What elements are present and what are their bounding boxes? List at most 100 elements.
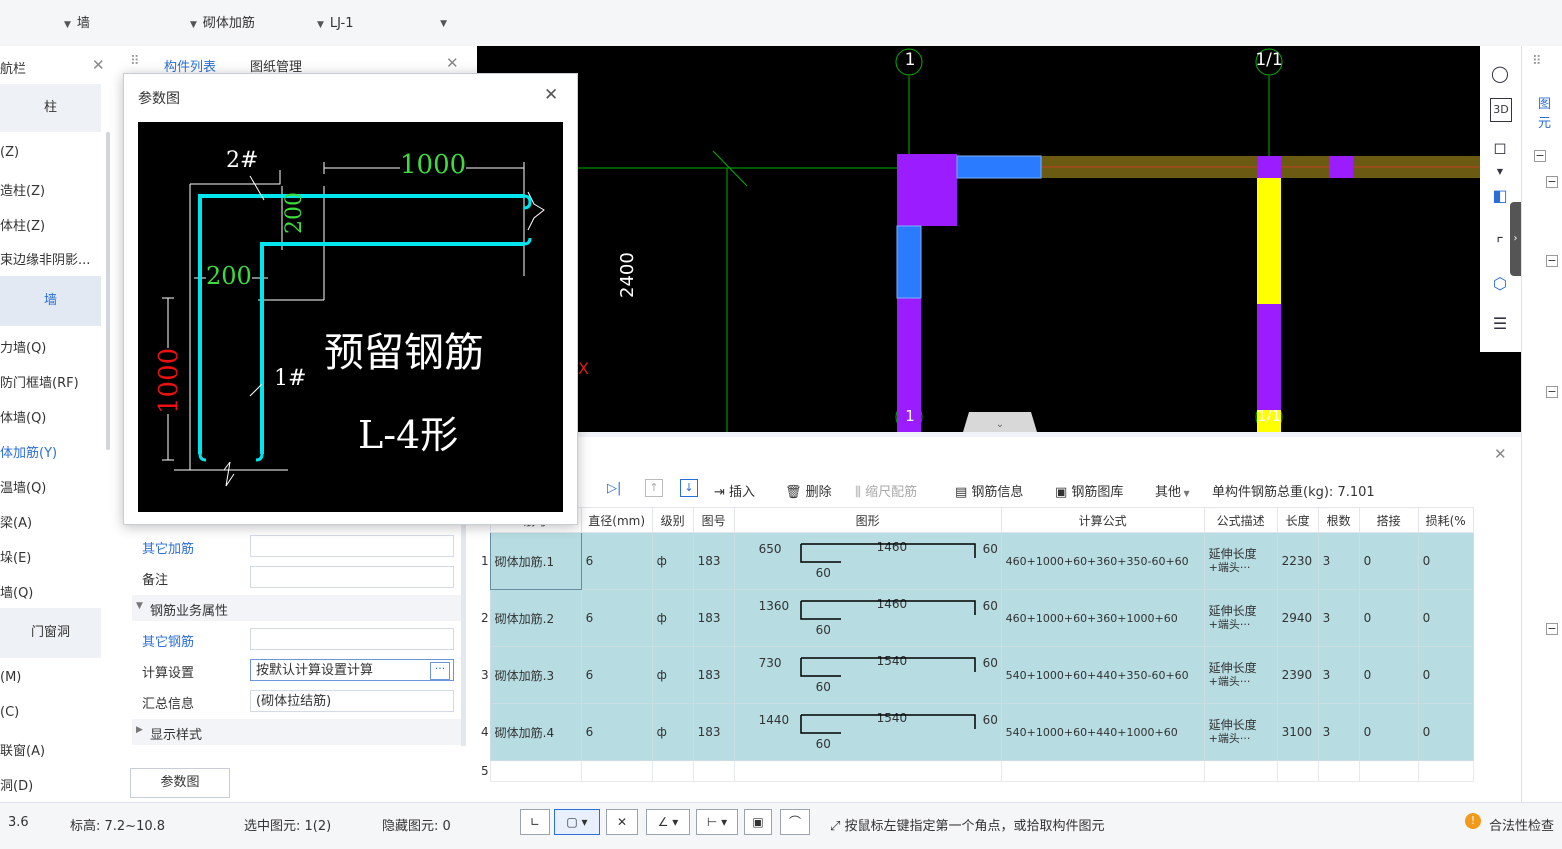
warning-icon[interactable]: ! [1465, 813, 1481, 829]
nav-item[interactable]: 温墙(Q) [0, 477, 46, 496]
prop-group-display[interactable]: ▶ 显示样式 [132, 719, 462, 745]
tree-collapse-icon[interactable]: − [1546, 255, 1558, 267]
category-column[interactable]: 柱 [0, 84, 101, 132]
rect-select-button[interactable]: ▢ ▾ [554, 809, 600, 835]
tree-collapse-icon[interactable]: − [1534, 150, 1546, 162]
length-cell[interactable]: 3100 [1276, 703, 1319, 761]
nav-item[interactable]: 垛(E) [0, 547, 31, 566]
param-diagram-button[interactable]: 参数图 [130, 768, 230, 798]
col-header[interactable]: 图形 [733, 507, 1002, 533]
diameter-cell[interactable]: 6 [580, 532, 653, 590]
col-header[interactable]: 图号 [692, 507, 735, 533]
drag-handle-icon[interactable]: ⠿ [1532, 54, 1542, 69]
display-button[interactable]: ▣ [744, 809, 772, 835]
floor-category-dropdown[interactable]: ▼ 墙 [64, 14, 194, 34]
formula-cell[interactable]: 460+1000+60+360+350-60+60 [1000, 532, 1205, 590]
tree-collapse-icon[interactable]: − [1546, 386, 1558, 398]
bar-name-cell[interactable]: 砌体加筋.3 [489, 646, 582, 704]
table-row[interactable]: 1 砌体加筋.1 6 ф 183 650 1460 60 60 460+1000+60+360+3… [480, 532, 1474, 590]
shape-cell[interactable]: 650 1460 60 60 [733, 532, 1002, 590]
formula-desc-cell[interactable]: 延伸长度 +端头··· [1203, 703, 1278, 761]
diameter-cell[interactable]: 6 [580, 646, 653, 704]
col-header[interactable]: 搭接 [1358, 507, 1419, 533]
list-settings-icon[interactable]: ☰ [1486, 310, 1514, 338]
formula-cell[interactable]: 540+1000+60+440+1000+60 [1000, 703, 1205, 761]
move-down-icon[interactable]: ↓ [680, 479, 698, 497]
lap-cell[interactable]: 0 [1358, 589, 1419, 647]
loss-cell[interactable]: 0 [1417, 589, 1474, 647]
collapse-panel-handle[interactable]: › [1510, 202, 1521, 276]
prop-group-biz[interactable]: ▼ 钢筋业务属性 [132, 595, 462, 621]
close-icon[interactable]: ✕ [92, 56, 105, 74]
lap-cell[interactable]: 0 [1358, 532, 1419, 590]
arc-button[interactable]: ⌒ [780, 809, 810, 835]
other-rebar-field[interactable] [250, 535, 454, 557]
loss-cell[interactable]: 0 [1417, 532, 1474, 590]
length-cell[interactable]: 2390 [1276, 646, 1319, 704]
empty-cell[interactable] [692, 760, 735, 782]
delete-button[interactable]: 🗑 删除 [785, 481, 832, 500]
diameter-cell[interactable]: 6 [580, 703, 653, 761]
nav-item[interactable]: (Z) [0, 145, 19, 160]
col-header[interactable]: 直径(mm) [580, 507, 653, 533]
shape-cell[interactable]: 1360 1460 60 60 [733, 589, 1002, 647]
nav-item[interactable]: 束边缘非阴影... [0, 249, 90, 268]
other-dropdown[interactable]: 其他 ▼ [1155, 481, 1190, 500]
shape-cell[interactable]: 1440 1540 60 60 [733, 703, 1002, 761]
bar-name-cell[interactable]: 砌体加筋.1 [489, 532, 582, 590]
col-header[interactable]: 计算公式 [1000, 507, 1205, 533]
empty-cell[interactable] [1417, 760, 1474, 782]
shape-cell[interactable]: 730 1540 60 60 [733, 646, 1002, 704]
figure-no-cell[interactable]: 183 [692, 646, 735, 704]
nav-item[interactable]: 力墙(Q) [0, 337, 46, 356]
loss-cell[interactable]: 0 [1417, 646, 1474, 704]
count-cell[interactable]: 3 [1317, 589, 1360, 647]
nav-item[interactable]: 造柱(Z) [0, 180, 45, 199]
count-cell[interactable]: 3 [1317, 646, 1360, 704]
empty-cell[interactable] [1276, 760, 1319, 782]
empty-cell[interactable] [1000, 760, 1205, 782]
close-icon[interactable]: ✕ [446, 54, 459, 72]
rotate-view-icon[interactable]: ◯ [1486, 60, 1514, 88]
length-cell[interactable]: 2230 [1276, 532, 1319, 590]
col-header[interactable]: 级别 [651, 507, 694, 533]
col-header[interactable]: 损耗(% [1417, 507, 1474, 533]
empty-cell[interactable] [733, 760, 1002, 782]
formula-desc-cell[interactable]: 延伸长度 +端头··· [1203, 646, 1278, 704]
figure-no-cell[interactable]: 183 [692, 589, 735, 647]
formula-cell[interactable]: 540+1000+60+440+350-60+60 [1000, 646, 1205, 704]
nav-item[interactable]: 洞(D) [0, 775, 33, 794]
tree-collapse-icon[interactable]: − [1546, 623, 1558, 635]
formula-cell[interactable]: 460+1000+60+360+1000+60 [1000, 589, 1205, 647]
summary-field[interactable]: (砌体拉结筋) [250, 690, 454, 712]
nav-item[interactable]: 梁(A) [0, 512, 32, 531]
empty-cell[interactable] [580, 760, 653, 782]
more-icon[interactable]: ··· [430, 662, 450, 680]
empty-cell[interactable] [1317, 760, 1360, 782]
category-door-window[interactable]: 门窗洞 [0, 608, 101, 658]
table-row[interactable]: 3 砌体加筋.3 6 ф 183 730 1540 60 60 540+1000+60+440+3… [480, 646, 1474, 704]
length-cell[interactable]: 2940 [1276, 589, 1319, 647]
nav-item-active[interactable]: 体加筋(Y) [0, 442, 57, 461]
empty-cell[interactable] [489, 760, 582, 782]
formula-desc-cell[interactable]: 延伸长度 +端头··· [1203, 532, 1278, 590]
3d-view-icon[interactable]: 3D [1490, 98, 1512, 122]
nav-item[interactable]: 体墙(Q) [0, 407, 46, 426]
col-header[interactable]: 长度 [1276, 507, 1319, 533]
rebar-info-button[interactable]: ▤ 钢筋信息 [955, 481, 1023, 500]
scale-rebar-button[interactable]: ⫼ 缩尺配筋 [855, 481, 917, 500]
grade-cell[interactable]: ф [651, 532, 694, 590]
move-up-icon[interactable]: ↑ [645, 479, 663, 497]
nav-scrollbar[interactable] [106, 132, 110, 450]
cross-select-button[interactable]: ✕ [606, 809, 638, 835]
nav-item[interactable]: 联窗(A) [0, 740, 45, 759]
table-row[interactable]: 4 砌体加筋.4 6 ф 183 1440 1540 60 60 540+1000+60+440+… [480, 703, 1474, 761]
figure-no-cell[interactable]: 183 [692, 532, 735, 590]
table-row-empty[interactable]: 5 [480, 760, 1474, 782]
insert-button[interactable]: ⇥ 插入 [714, 481, 755, 500]
nav-item[interactable]: (C) [0, 705, 19, 720]
empty-cell[interactable] [1358, 760, 1419, 782]
empty-cell[interactable] [1203, 760, 1278, 782]
empty-cell[interactable] [651, 760, 694, 782]
drawing-canvas[interactable]: ⌄ 1 1/1 1 1/1 2400 X [477, 46, 1521, 432]
